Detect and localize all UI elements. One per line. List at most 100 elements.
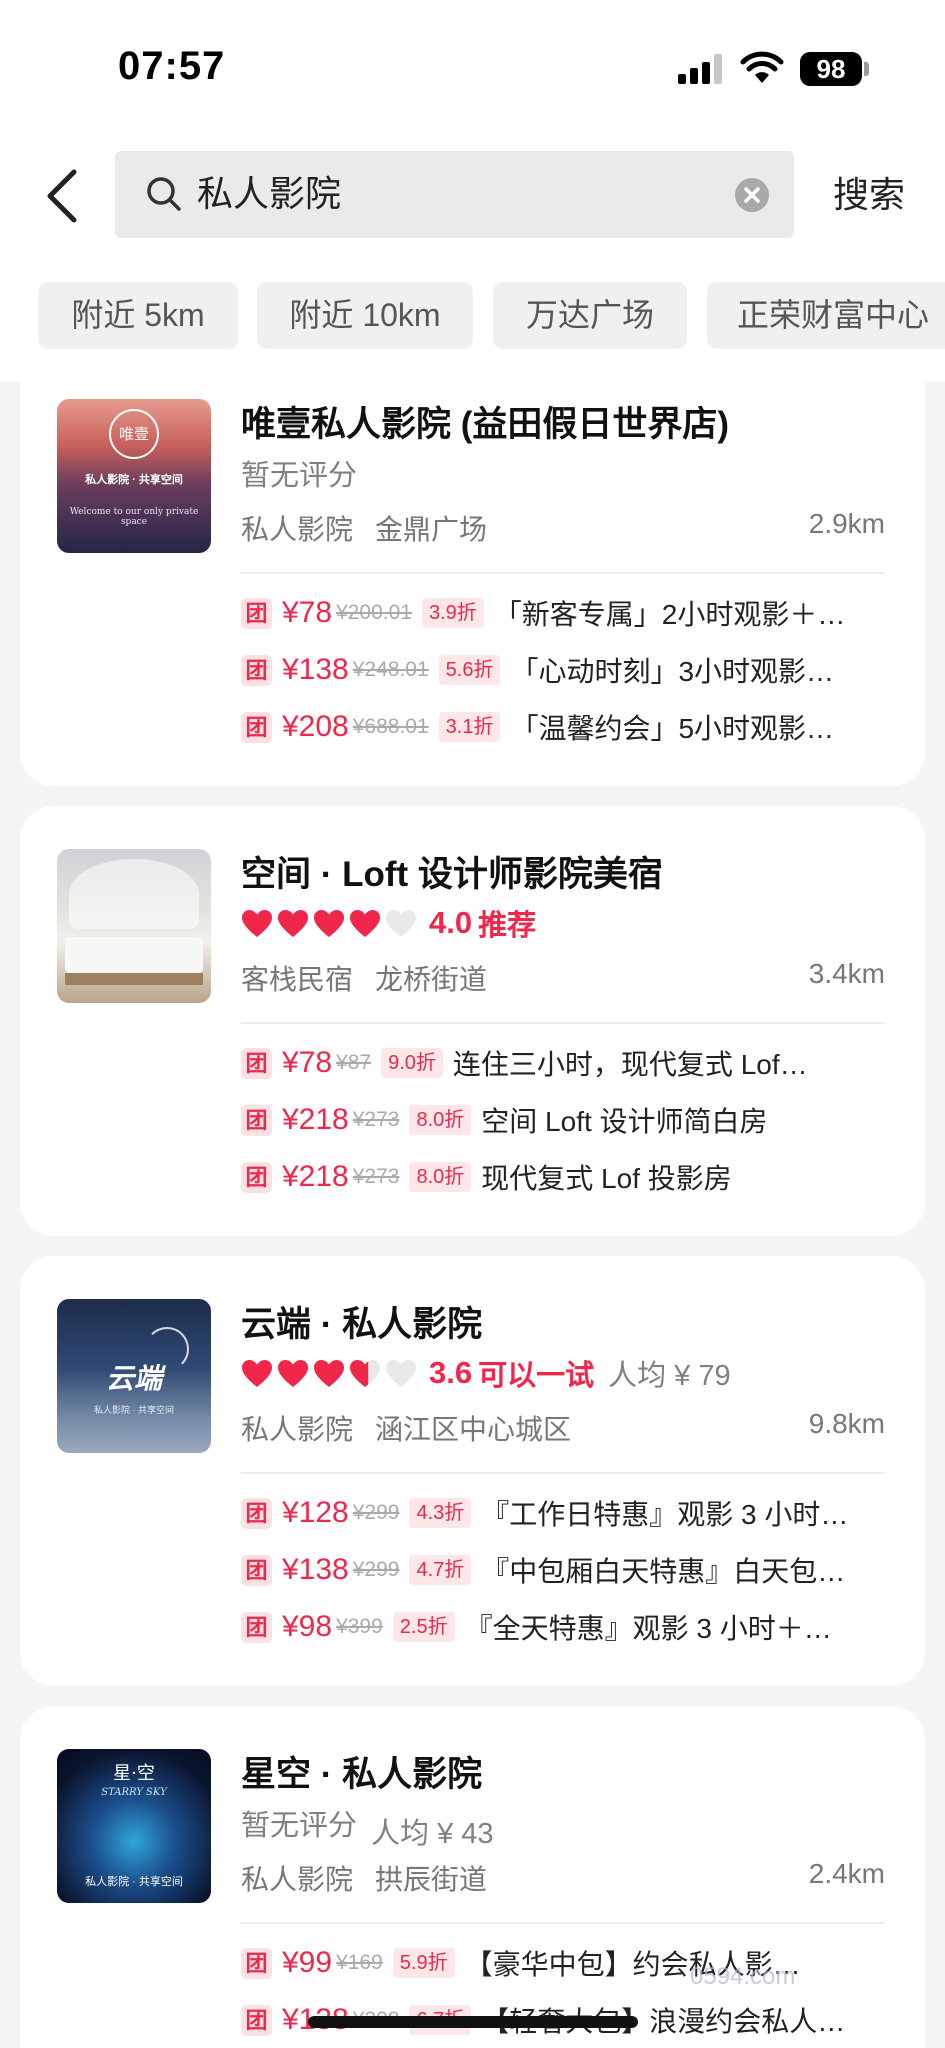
divider bbox=[241, 572, 885, 574]
listing-name[interactable]: 云端 · 私人影院 bbox=[241, 1296, 482, 1347]
listing-card[interactable]: 云端 私人影院 · 共享空间 云端 · 私人影院 3.6 可以一试 人均 ¥ 79 … bbox=[20, 1256, 925, 1686]
group-buy-badge: 团 bbox=[241, 597, 272, 629]
search-query-text: 私人影院 bbox=[197, 173, 342, 214]
listing-name[interactable]: 星空 · 私人影院 bbox=[241, 1746, 482, 1797]
deal-title: 现代复式 Lof 投影房 bbox=[481, 1163, 732, 1194]
signal-icon bbox=[678, 54, 724, 84]
filter-chip-10km[interactable]: 附近 10km bbox=[257, 282, 473, 349]
thumb-subcaption: 私人影院 · 共享空间 bbox=[85, 1876, 183, 1888]
deal-price: ¥99 bbox=[282, 1946, 333, 1979]
watermark: 0594.com bbox=[690, 1963, 796, 1990]
deal-price: ¥98 bbox=[282, 1610, 333, 1643]
listing-area: 金鼎广场 bbox=[375, 514, 488, 545]
listing-meta: 私人影院 拱辰街道 bbox=[241, 1858, 487, 1898]
deal-price: ¥208 bbox=[282, 710, 349, 743]
heart-icon bbox=[350, 910, 380, 937]
deal-price: ¥128 bbox=[282, 1496, 349, 1529]
wifi-icon bbox=[740, 51, 784, 83]
deal-title: 空间 Loft 设计师简白房 bbox=[481, 1106, 768, 1137]
deal-price: ¥138 bbox=[282, 1553, 349, 1586]
thumb-logo: 星·空 bbox=[113, 1763, 155, 1784]
deal-original-price: ¥169 bbox=[336, 1951, 383, 1974]
listing-meta: 私人影院 涵江区中心城区 bbox=[241, 1408, 571, 1448]
deal-discount: 5.6折 bbox=[438, 655, 501, 685]
thumb-logo: 唯壹 bbox=[109, 409, 159, 459]
deal-discount: 4.3折 bbox=[409, 1498, 472, 1528]
clear-icon[interactable] bbox=[735, 178, 769, 212]
deal-row[interactable]: 团 ¥138 ¥248.01 5.6折 「心动时刻」3小时观影… bbox=[241, 650, 905, 690]
listing-area: 拱辰街道 bbox=[375, 1864, 488, 1895]
rating-line: 4.0 推荐 bbox=[241, 902, 536, 946]
deal-discount: 8.0折 bbox=[409, 1162, 472, 1192]
heart-icon bbox=[350, 1360, 380, 1387]
deal-discount: 2.5折 bbox=[392, 1612, 455, 1642]
deal-discount: 4.7折 bbox=[409, 1555, 472, 1585]
no-rating-text: 暂无评分 bbox=[241, 1810, 358, 1842]
listing-thumbnail: 星·空 STARRY SKY 私人影院 · 共享空间 bbox=[57, 1749, 211, 1903]
rating-verdict: 可以一试 bbox=[478, 1360, 595, 1392]
listing-category: 私人影院 bbox=[241, 514, 354, 545]
deal-row[interactable]: 团 ¥128 ¥299 4.3折 『工作日特惠』观影 3 小时… bbox=[241, 1493, 905, 1533]
listing-meta: 私人影院 金鼎广场 bbox=[241, 508, 487, 548]
deal-discount: 5.9折 bbox=[392, 1948, 455, 1978]
listing-card[interactable]: 唯壹 私人影院 · 共享空间 Welcome to our only priva… bbox=[20, 380, 925, 786]
deal-discount: 8.0折 bbox=[409, 1105, 472, 1135]
search-button[interactable]: 搜索 bbox=[833, 170, 905, 220]
deal-row[interactable]: 团 ¥78 ¥200.01 3.9折 「新客专属」2小时观影＋… bbox=[241, 593, 905, 633]
listing-distance: 9.8km bbox=[808, 1408, 885, 1439]
group-buy-badge: 团 bbox=[241, 1497, 272, 1529]
group-buy-badge: 团 bbox=[241, 1047, 272, 1079]
listing-area: 龙桥街道 bbox=[375, 964, 488, 995]
listing-card[interactable]: 空间 · Loft 设计师影院美宿 4.0 推荐 客栈民宿 龙桥街道 3.4km 团… bbox=[20, 806, 925, 1236]
deal-discount: 3.9折 bbox=[421, 598, 484, 628]
rating-hearts bbox=[242, 1360, 416, 1387]
deal-row[interactable]: 团 ¥98 ¥399 2.5折 『全天特惠』观影 3 小时＋… bbox=[241, 1607, 905, 1647]
listing-category: 客栈民宿 bbox=[241, 964, 354, 995]
listing-thumbnail: 云端 私人影院 · 共享空间 bbox=[57, 1299, 211, 1453]
listing-category: 私人影院 bbox=[241, 1414, 354, 1445]
listing-distance: 2.9km bbox=[808, 508, 885, 539]
deal-original-price: ¥200.01 bbox=[336, 601, 412, 624]
heart-icon bbox=[386, 910, 416, 937]
home-indicator[interactable] bbox=[308, 2016, 638, 2028]
heart-icon bbox=[278, 910, 308, 937]
filter-chip-5km[interactable]: 附近 5km bbox=[38, 282, 238, 349]
filter-chip-wanda[interactable]: 万达广场 bbox=[493, 282, 687, 349]
group-buy-badge: 团 bbox=[241, 654, 272, 686]
listing-name[interactable]: 唯壹私人影院 (益田假日世界店) bbox=[241, 396, 729, 447]
listing-name[interactable]: 空间 · Loft 设计师影院美宿 bbox=[241, 846, 663, 897]
filter-chip-zhengrong[interactable]: 正荣财富中心 bbox=[707, 282, 945, 349]
heart-icon bbox=[314, 910, 344, 937]
status-time: 07:57 bbox=[118, 44, 226, 88]
group-buy-badge: 团 bbox=[241, 1611, 272, 1643]
deal-original-price: ¥273 bbox=[352, 1108, 400, 1131]
deal-row[interactable]: 团 ¥78 ¥87 9.0折 连住三小时，现代复式 Lof… bbox=[241, 1043, 905, 1083]
group-buy-badge: 团 bbox=[241, 711, 272, 743]
listing-meta: 客栈民宿 龙桥街道 bbox=[241, 958, 487, 998]
listing-category: 私人影院 bbox=[241, 1864, 354, 1895]
listing-card[interactable]: 星·空 STARRY SKY 私人影院 · 共享空间 星空 · 私人影院 暂无评… bbox=[20, 1706, 925, 2048]
thumb-logo: 云端 bbox=[105, 1363, 162, 1394]
deal-price: ¥78 bbox=[282, 596, 333, 629]
deal-row[interactable]: 团 ¥218 ¥273 8.0折 现代复式 Lof 投影房 bbox=[241, 1157, 905, 1197]
deal-original-price: ¥299 bbox=[352, 1558, 400, 1581]
search-icon bbox=[147, 177, 181, 211]
deal-row[interactable]: 团 ¥218 ¥273 8.0折 空间 Loft 设计师简白房 bbox=[241, 1100, 905, 1140]
deal-row[interactable]: 团 ¥208 ¥688.01 3.1折 「温馨约会」5小时观影… bbox=[241, 707, 905, 747]
deal-original-price: ¥248.01 bbox=[352, 658, 429, 681]
heart-icon bbox=[386, 1360, 416, 1387]
battery-tip bbox=[864, 62, 869, 76]
deal-row[interactable]: 团 ¥138 ¥299 4.7折 『中包厢白天特惠』白天包… bbox=[241, 1550, 905, 1590]
rating-hearts bbox=[242, 910, 416, 937]
avg-price: 人均 ¥ 43 bbox=[371, 1817, 494, 1850]
back-button[interactable] bbox=[40, 166, 90, 226]
heart-icon bbox=[278, 1360, 308, 1387]
listing-area: 涵江区中心城区 bbox=[375, 1414, 572, 1445]
deal-title: 连住三小时，现代复式 Lof… bbox=[452, 1049, 808, 1080]
divider bbox=[241, 1922, 885, 1924]
search-input[interactable]: 私人影院 bbox=[115, 151, 794, 238]
listing-distance: 2.4km bbox=[808, 1858, 885, 1889]
deal-row[interactable]: 团 ¥99 ¥169 5.9折 【豪华中包】约会私人影… bbox=[241, 1943, 905, 1983]
deal-original-price: ¥273 bbox=[352, 1165, 400, 1188]
deal-original-price: ¥688.01 bbox=[352, 715, 429, 738]
